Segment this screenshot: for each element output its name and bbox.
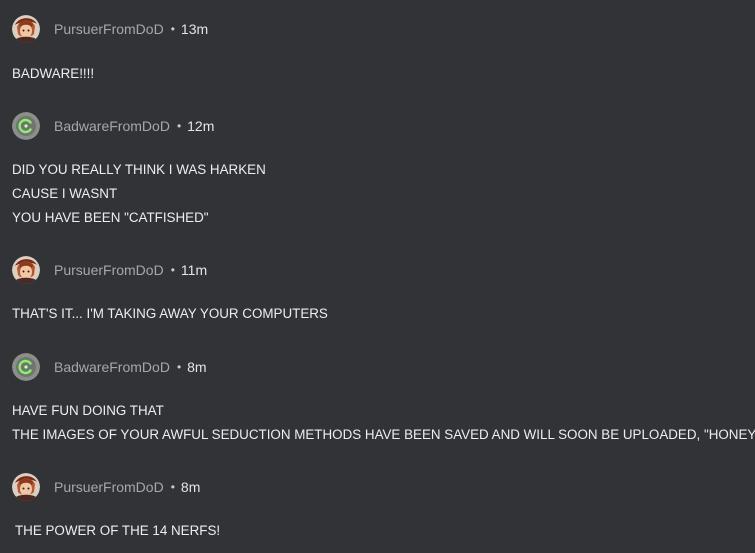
- separator-dot: •: [170, 263, 175, 277]
- comment-text-line: THE POWER OF THE 14 NERFS!: [15, 523, 221, 538]
- comment-feed: PursuerFromDoD • 13m BADWARE!!!! Badware…: [0, 0, 755, 553]
- timestamp: 11m: [180, 262, 208, 278]
- comment-text-line: BADWARE!!!!: [12, 66, 95, 81]
- username-link[interactable]: PursuerFromDoD: [54, 479, 164, 495]
- comment-header: PursuerFromDoD • 8m: [12, 472, 200, 502]
- timestamp: 8m: [180, 479, 201, 495]
- green-logo-icon[interactable]: [12, 353, 40, 381]
- comment-text-line: DID YOU REALLY THINK I WAS HARKEN: [12, 162, 266, 177]
- green-logo-icon[interactable]: [12, 112, 40, 140]
- username-link[interactable]: BadwareFromDoD: [54, 359, 170, 375]
- separator-dot: •: [170, 22, 175, 36]
- comment-header: BadwareFromDoD • 12m: [12, 111, 214, 141]
- comment-body: THE POWER OF THE 14 NERFS!: [15, 519, 755, 543]
- comment-text-line: YOU HAVE BEEN "CATFISHED": [12, 210, 209, 225]
- username-link[interactable]: BadwareFromDoD: [54, 118, 170, 134]
- username-link[interactable]: PursuerFromDoD: [54, 21, 164, 37]
- comment-header: PursuerFromDoD • 13m: [12, 14, 208, 44]
- username-link[interactable]: PursuerFromDoD: [54, 262, 164, 278]
- separator-dot: •: [176, 119, 182, 133]
- separator-dot: •: [176, 360, 182, 374]
- separator-dot: •: [170, 480, 175, 494]
- character-portrait-icon[interactable]: [12, 15, 40, 43]
- timestamp: 13m: [180, 21, 209, 37]
- comment-text-line: THE IMAGES OF YOUR AWFUL SEDUCTION METHO…: [12, 427, 755, 442]
- timestamp: 8m: [187, 359, 207, 375]
- comment-text-line: CAUSE I WASNT: [12, 186, 118, 201]
- comment-text-line: HAVE FUN DOING THAT: [12, 403, 164, 418]
- comment-body: THAT'S IT... I'M TAKING AWAY YOUR COMPUT…: [12, 302, 752, 326]
- comment-text-line: THAT'S IT... I'M TAKING AWAY YOUR COMPUT…: [12, 306, 328, 321]
- comment-body: HAVE FUN DOING THAT THE IMAGES OF YOUR A…: [12, 399, 755, 447]
- comment-body: DID YOU REALLY THINK I WAS HARKEN CAUSE …: [12, 158, 752, 230]
- comment-header: BadwareFromDoD • 8m: [12, 352, 207, 382]
- timestamp: 12m: [187, 118, 215, 134]
- character-portrait-icon[interactable]: [12, 256, 40, 284]
- character-portrait-icon[interactable]: [12, 473, 40, 501]
- comment-header: PursuerFromDoD • 11m: [12, 255, 207, 285]
- comment-body: BADWARE!!!!: [12, 62, 752, 86]
